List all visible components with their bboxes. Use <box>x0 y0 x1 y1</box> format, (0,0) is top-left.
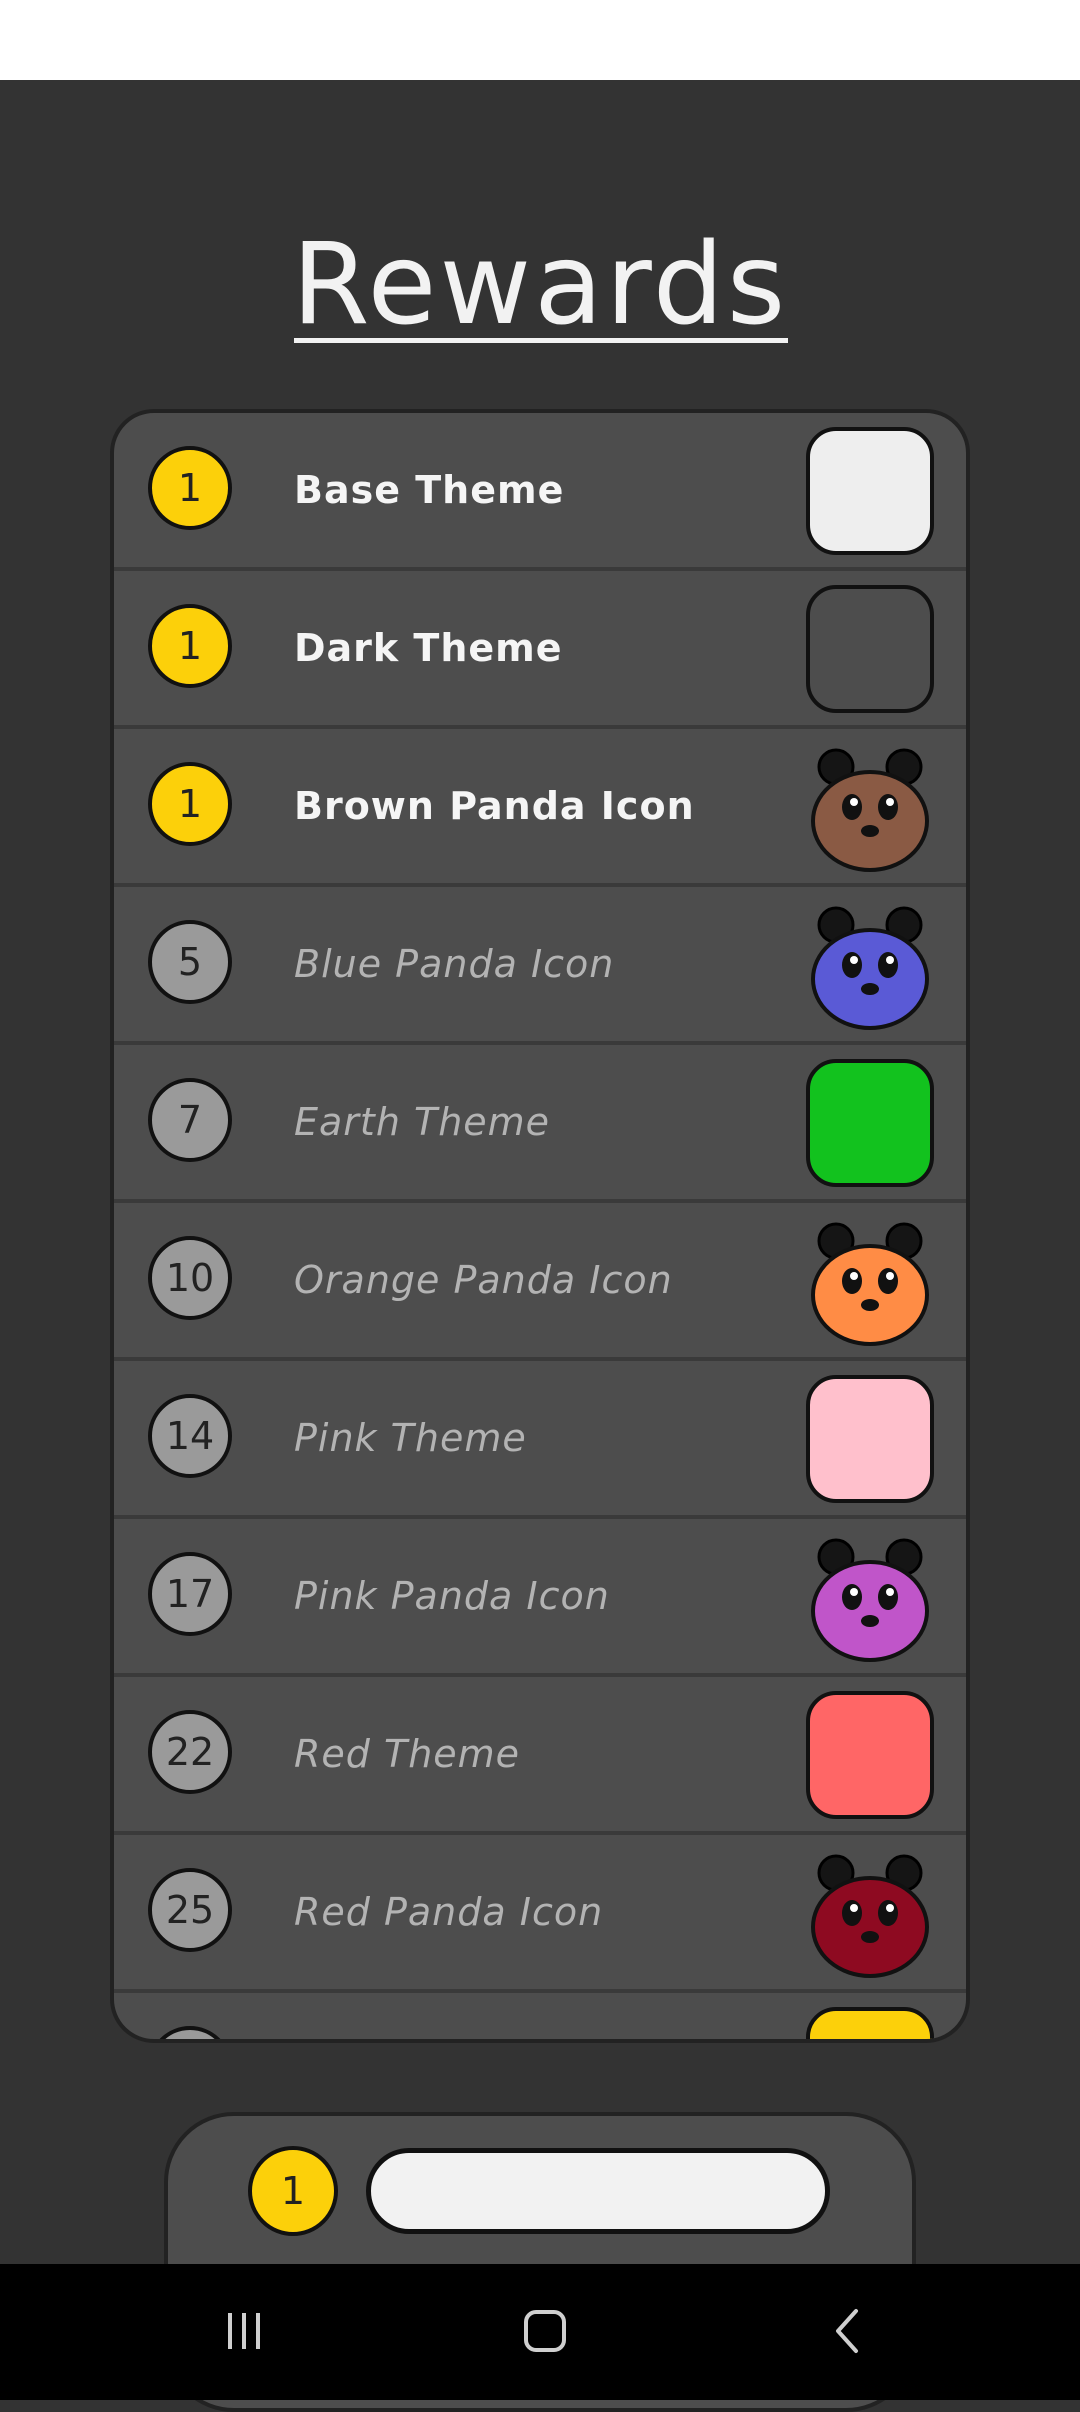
reward-cost-coin: 1 <box>148 762 232 846</box>
reward-row[interactable]: 7 Earth Theme <box>114 1045 966 1203</box>
name-input[interactable] <box>366 2148 830 2234</box>
reward-row[interactable]: 10 Orange Panda Icon <box>114 1203 966 1361</box>
reward-cost-coin: 7 <box>148 1078 232 1162</box>
status-bar <box>0 0 1080 80</box>
reward-label: Blue Panda Icon <box>294 942 615 986</box>
theme-swatch[interactable] <box>806 427 934 555</box>
reward-label: Pink Panda Icon <box>294 1574 610 1618</box>
reward-cost-coin: 14 <box>148 1394 232 1478</box>
reward-cost: 17 <box>165 1572 215 1616</box>
reward-cost: 1 <box>177 624 203 668</box>
reward-row[interactable]: 25 Red Panda Icon <box>114 1835 966 1993</box>
panda-icon[interactable] <box>806 1215 934 1347</box>
recents-icon[interactable] <box>204 2296 284 2366</box>
page-title: Rewards <box>291 220 789 350</box>
reward-row[interactable]: 17 Pink Panda Icon <box>114 1519 966 1677</box>
theme-swatch[interactable] <box>806 585 934 713</box>
reward-label: Pink Theme <box>294 1416 527 1460</box>
reward-cost: 5 <box>177 940 203 984</box>
panda-icon[interactable] <box>806 1847 934 1979</box>
reward-cost-coin: 25 <box>148 1868 232 1952</box>
reward-cost: 25 <box>165 1888 215 1932</box>
theme-swatch[interactable] <box>806 1691 934 1819</box>
reward-row[interactable]: 1 Base Theme <box>114 413 966 571</box>
rewards-list[interactable]: 1 Base Theme 1 Dark Theme 1 Brown Panda Icon 5… <box>110 409 970 2043</box>
title-underline <box>294 338 788 343</box>
reward-label: Dark Theme <box>294 626 563 670</box>
theme-swatch[interactable] <box>806 2007 934 2039</box>
theme-swatch[interactable] <box>806 1059 934 1187</box>
home-icon[interactable] <box>505 2296 585 2366</box>
coin-balance: 1 <box>248 2146 338 2236</box>
panda-icon[interactable] <box>806 741 934 873</box>
reward-cost-coin: 1 <box>148 604 232 688</box>
panda-icon[interactable] <box>806 899 934 1031</box>
reward-cost-coin: 10 <box>148 1236 232 1320</box>
reward-label: Orange Panda Icon <box>294 1258 673 1302</box>
reward-cost: 22 <box>165 1730 215 1774</box>
reward-row[interactable]: 22 Red Theme <box>114 1677 966 1835</box>
reward-cost-coin: 22 <box>148 1710 232 1794</box>
reward-row[interactable]: 5 Blue Panda Icon <box>114 887 966 1045</box>
panda-icon[interactable] <box>806 1531 934 1663</box>
reward-cost-coin: 17 <box>148 1552 232 1636</box>
reward-cost: 7 <box>177 1098 203 1142</box>
reward-row[interactable]: 1 Dark Theme <box>114 571 966 729</box>
reward-row[interactable]: 14 Pink Theme <box>114 1361 966 1519</box>
back-icon[interactable] <box>808 2296 888 2366</box>
reward-label: Brown Panda Icon <box>294 784 695 828</box>
reward-cost: 1 <box>177 782 203 826</box>
reward-cost: 10 <box>165 1256 215 1300</box>
theme-swatch[interactable] <box>806 1375 934 1503</box>
reward-label: Base Theme <box>294 468 565 512</box>
reward-row[interactable] <box>114 1993 966 2039</box>
reward-label: Red Theme <box>294 1732 521 1776</box>
reward-cost-coin: 5 <box>148 920 232 1004</box>
reward-row[interactable]: 1 Brown Panda Icon <box>114 729 966 887</box>
reward-cost: 14 <box>165 1414 215 1458</box>
reward-cost-coin: 1 <box>148 446 232 530</box>
reward-cost-coin <box>148 2026 232 2039</box>
coin-balance-value: 1 <box>280 2169 306 2213</box>
reward-label: Earth Theme <box>294 1100 551 1144</box>
reward-cost: 1 <box>177 466 203 510</box>
reward-label: Red Panda Icon <box>294 1890 604 1934</box>
